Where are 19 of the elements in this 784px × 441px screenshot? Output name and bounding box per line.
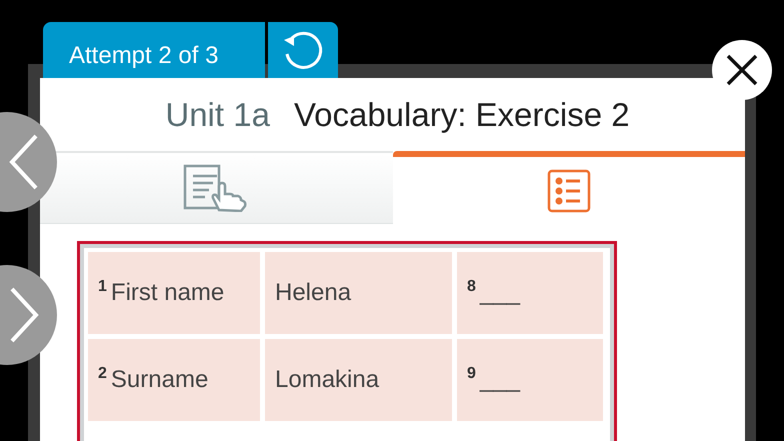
cell-text: Surname [110, 366, 208, 394]
item-number: 8 [467, 278, 476, 296]
document-pointer-icon [183, 164, 250, 212]
retry-button[interactable] [268, 22, 338, 78]
item-number: 9 [467, 365, 476, 383]
item-number: 1 [98, 278, 107, 296]
cell-text: Helena [275, 279, 352, 307]
cell-text: First name [110, 279, 224, 307]
chevron-right-icon [9, 287, 39, 343]
blank-line: ___ [480, 366, 520, 394]
close-icon [726, 54, 758, 86]
unit-label: Unit 1a [165, 96, 270, 134]
chevron-left-icon [9, 134, 39, 190]
exercise-title: Vocabulary: Exercise 2 [294, 96, 630, 134]
list-icon [546, 168, 591, 212]
item-number: 2 [98, 365, 107, 383]
attempt-counter: Attempt 2 of 3 [43, 22, 265, 78]
blank-line: ___ [480, 279, 520, 307]
cell-text: Lomakina [275, 366, 380, 394]
